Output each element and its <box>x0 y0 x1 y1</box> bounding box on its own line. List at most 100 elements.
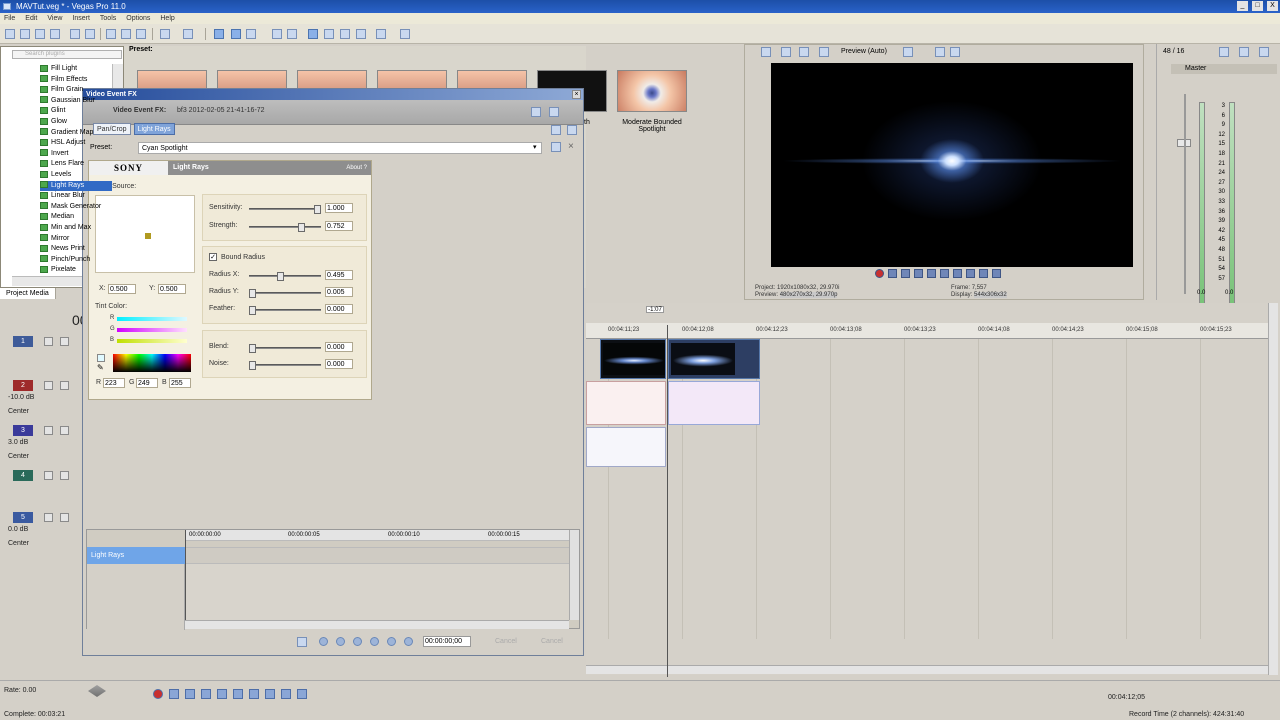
solo-icon[interactable] <box>60 337 69 346</box>
cut-icon[interactable] <box>106 29 116 39</box>
previous-frame-button[interactable] <box>281 689 291 699</box>
plugin-tree-item[interactable]: Min and Max <box>40 223 112 233</box>
solo-icon[interactable] <box>60 381 69 390</box>
plugin-tree-item[interactable]: Mask Generator <box>40 202 112 212</box>
mute-icon[interactable] <box>44 513 53 522</box>
remove-fx-icon[interactable] <box>567 125 577 135</box>
track-number[interactable]: 5 <box>13 512 33 523</box>
next-frame-button[interactable] <box>297 689 307 699</box>
radius-x-slider-knob[interactable] <box>277 272 284 281</box>
record-button[interactable] <box>153 689 163 699</box>
feather-input[interactable]: 0.000 <box>325 304 353 314</box>
add-keyframe-button[interactable] <box>353 637 362 646</box>
blend-slider-knob[interactable] <box>249 344 256 353</box>
menu-help[interactable]: Help <box>160 13 174 24</box>
preview-quality-dropdown[interactable]: Preview (Auto) <box>841 45 887 59</box>
keyframe-ruler[interactable]: 00:00:00:00 00:00:00:05 00:00:00:10 00:0… <box>185 530 569 541</box>
previous-frame-button[interactable] <box>979 269 988 278</box>
eyedropper-icon[interactable]: ✎ <box>97 364 105 372</box>
plugin-tree-item[interactable]: Gradient Map <box>40 128 112 138</box>
fx-close-button[interactable]: × <box>572 90 581 99</box>
g-value-input[interactable]: 249 <box>136 378 158 388</box>
timeline-hscrollbar[interactable] <box>586 665 1268 674</box>
timeline-vscrollbar[interactable] <box>1268 303 1278 675</box>
about-link[interactable]: About ? <box>346 161 367 175</box>
sensitivity-slider[interactable] <box>249 205 321 214</box>
save-as-icon[interactable] <box>50 29 60 39</box>
mute-icon[interactable] <box>44 337 53 346</box>
track-number[interactable]: 1 <box>13 336 33 347</box>
fx-preset-dropdown[interactable]: Cyan Spotlight <box>138 142 542 154</box>
timeline-cursor[interactable] <box>667 325 668 677</box>
redo-icon[interactable] <box>183 29 193 39</box>
plugin-search-input[interactable]: Search plugins <box>12 50 122 59</box>
lock-envelopes-icon[interactable] <box>272 29 282 39</box>
plugin-tree-item[interactable]: Light Rays <box>40 180 112 191</box>
next-frame-button[interactable] <box>992 269 1001 278</box>
light-y-input[interactable]: 0.500 <box>158 284 186 294</box>
copy-icon[interactable] <box>121 29 131 39</box>
save-preset-icon[interactable] <box>551 142 561 152</box>
plugin-tree-item[interactable]: Pixelate <box>40 265 112 275</box>
keyframe-cursor[interactable] <box>185 530 186 620</box>
keyframe-scrollbar[interactable] <box>569 530 579 620</box>
pause-button[interactable] <box>927 269 936 278</box>
track-number[interactable]: 2 <box>13 380 33 391</box>
noise-slider[interactable] <box>249 361 321 370</box>
plugin-tree-item[interactable]: Lens Flare <box>40 159 112 169</box>
b-value-input[interactable]: 255 <box>169 378 191 388</box>
radius-y-slider[interactable] <box>249 289 321 298</box>
plugin-tree-item[interactable]: Mirror <box>40 234 112 244</box>
r-value-input[interactable]: 223 <box>103 378 125 388</box>
plugin-tree-item[interactable]: HSL Adjust <box>40 138 112 148</box>
keyframe-track[interactable] <box>185 547 569 564</box>
split-screen-icon[interactable] <box>799 47 809 57</box>
play-button[interactable] <box>914 269 923 278</box>
blend-input[interactable]: 0.000 <box>325 342 353 352</box>
mute-icon[interactable] <box>44 426 53 435</box>
menu-file[interactable]: File <box>4 13 15 24</box>
selection-tool-icon[interactable] <box>340 29 350 39</box>
plugin-tree-item[interactable]: Film Effects <box>40 75 112 85</box>
open-icon[interactable] <box>20 29 30 39</box>
menu-edit[interactable]: Edit <box>25 13 37 24</box>
light-source-point[interactable] <box>145 233 151 239</box>
tint-swatch[interactable] <box>97 354 105 362</box>
menu-options[interactable]: Options <box>126 13 150 24</box>
strength-input[interactable]: 0.752 <box>325 221 353 231</box>
plugin-tree-item[interactable]: Linear Blur <box>40 191 112 201</box>
solo-icon[interactable] <box>60 426 69 435</box>
bound-radius-checkbox[interactable]: ✓ <box>209 253 217 261</box>
save-snapshot-icon[interactable] <box>950 47 960 57</box>
timeline-ruler[interactable]: 00:04:11;23 00:04:12;08 00:04:12;23 00:04:1… <box>586 323 1268 339</box>
blue-channel-bar[interactable] <box>117 339 187 343</box>
chevron-down-icon[interactable]: ▾ <box>533 143 537 151</box>
plugin-tree-item[interactable]: Fill Light <box>40 64 112 74</box>
close-button[interactable]: X <box>1267 1 1278 11</box>
snap-icon[interactable] <box>214 29 224 39</box>
solo-icon[interactable] <box>60 513 69 522</box>
zoom-tool-icon[interactable] <box>356 29 366 39</box>
ripple-edit-icon[interactable] <box>246 29 256 39</box>
external-monitor-icon[interactable] <box>781 47 791 57</box>
new-icon[interactable] <box>5 29 15 39</box>
plugin-tree-item[interactable]: Glow <box>40 117 112 127</box>
normal-edit-tool-icon[interactable] <box>308 29 318 39</box>
preset-thumbnail-eye[interactable] <box>617 70 687 112</box>
preview-quality-icon[interactable] <box>819 47 829 57</box>
loop-playback-button[interactable] <box>169 689 179 699</box>
noise-slider-knob[interactable] <box>249 361 256 370</box>
red-channel-bar[interactable] <box>117 317 187 321</box>
audio-event[interactable] <box>586 381 666 425</box>
radius-x-input[interactable]: 0.495 <box>325 270 353 280</box>
plugin-tree-item[interactable]: Glint <box>40 106 112 116</box>
enable-snapping-icon[interactable] <box>376 29 386 39</box>
rate-slider[interactable] <box>88 685 106 697</box>
audio-event-selected[interactable] <box>668 381 760 425</box>
go-to-start-button[interactable] <box>953 269 962 278</box>
keyframe-hscrollbar[interactable] <box>185 620 569 629</box>
feather-slider[interactable] <box>249 306 321 315</box>
undo-icon[interactable] <box>160 29 170 39</box>
track-number[interactable]: 4 <box>13 470 33 481</box>
menu-insert[interactable]: Insert <box>72 13 90 24</box>
